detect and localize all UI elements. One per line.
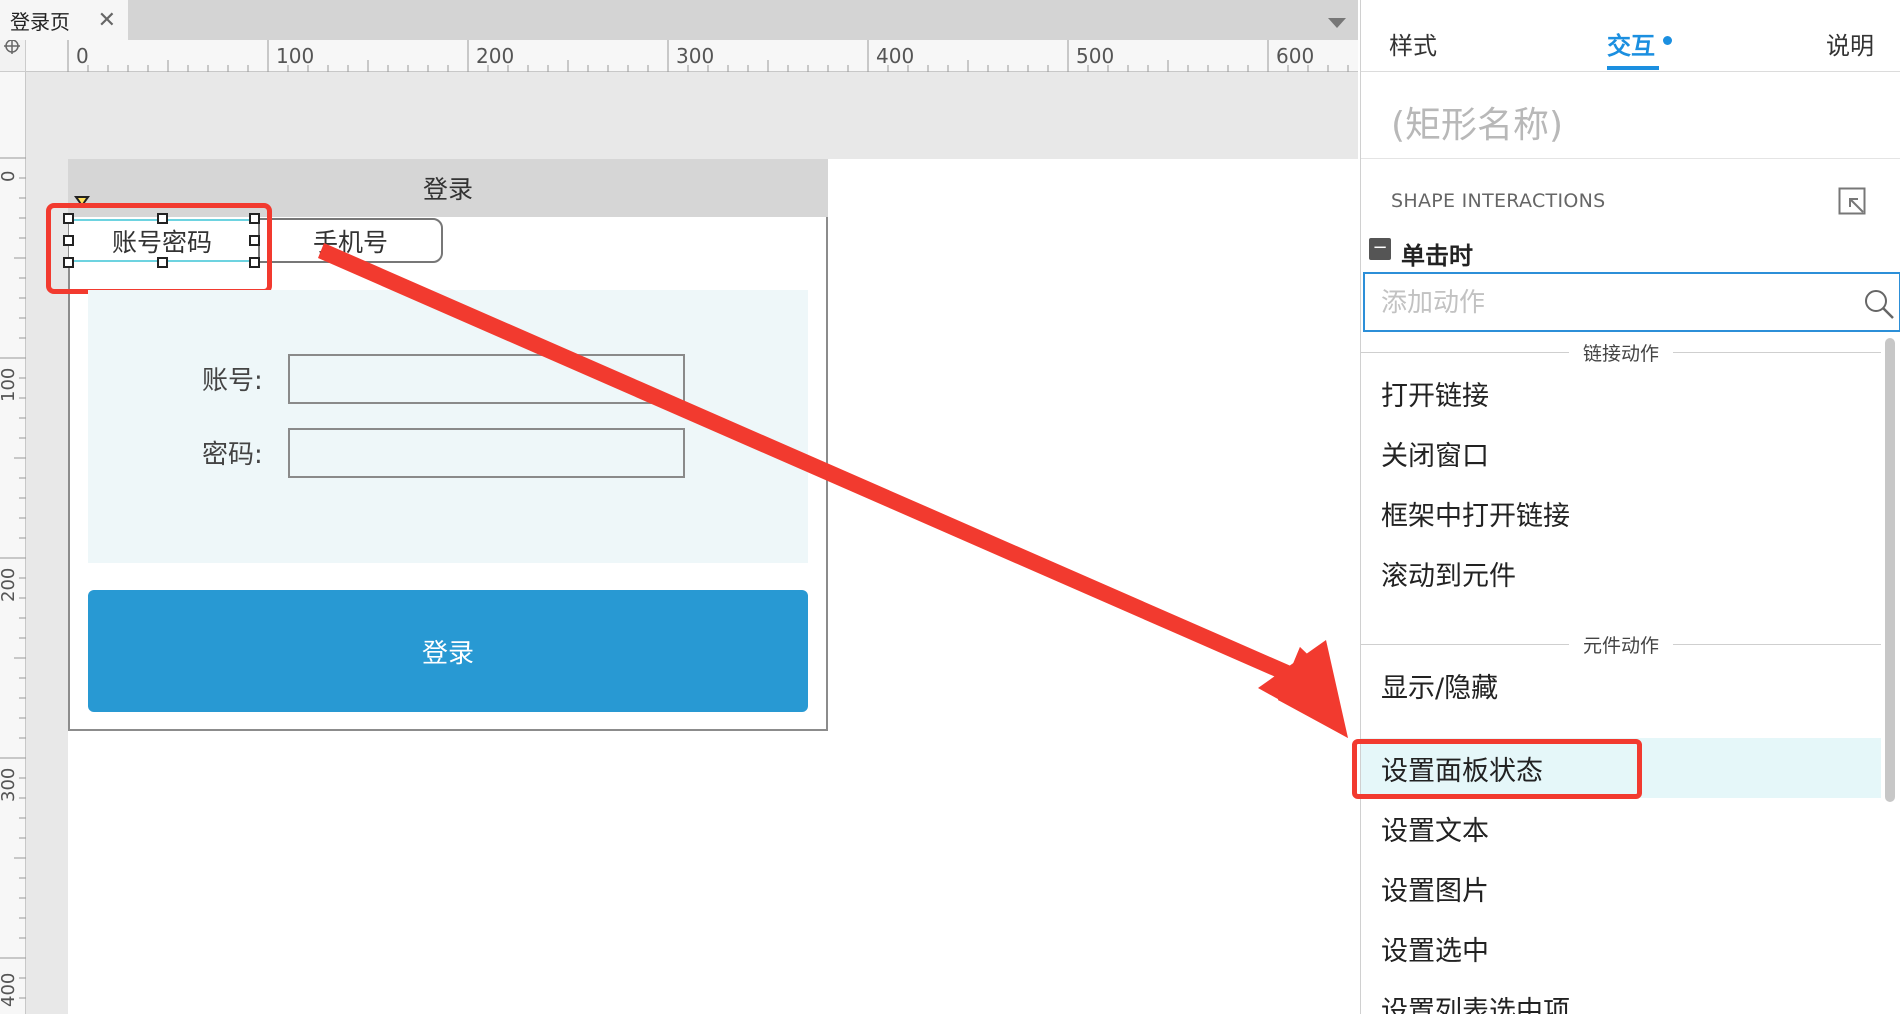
shape-name-field[interactable]: (矩形名称): [1391, 96, 1563, 148]
group-header-link-actions: 链接动作: [1361, 338, 1882, 366]
ruler-label: 400: [876, 44, 915, 68]
action-show-hide[interactable]: 显示/隐藏: [1361, 655, 1881, 715]
ruler-label: 300: [0, 767, 19, 802]
ruler-label: 100: [276, 44, 315, 68]
vertical-ruler-ticks: [0, 157, 26, 999]
phone-login-tab-label: 手机号: [312, 227, 388, 257]
tab-style[interactable]: 样式: [1389, 26, 1437, 61]
action-list-scrollbar[interactable]: [1885, 338, 1895, 802]
expand-popout-icon[interactable]: [1838, 187, 1866, 215]
login-header-title: 登录: [422, 175, 473, 204]
action-open-link[interactable]: 打开链接: [1361, 363, 1881, 423]
horizontal-ruler[interactable]: 0 100 200 300 400 500 600: [26, 40, 1358, 72]
tab-interaction[interactable]: 交互: [1607, 26, 1655, 61]
search-icon[interactable]: [1863, 288, 1895, 320]
divider: [1361, 158, 1900, 159]
interaction-indicator-dot: [1663, 36, 1672, 45]
crosshair-icon: [4, 38, 20, 54]
annotation-highlight-box: [46, 203, 272, 294]
action-set-selected[interactable]: 设置选中: [1361, 918, 1881, 978]
collapse-event-toggle[interactable]: −: [1369, 238, 1391, 260]
ruler-label: 0: [0, 170, 19, 182]
ruler-label: 200: [476, 44, 515, 68]
vertical-ruler[interactable]: 0 100 200 300 400: [0, 72, 26, 1014]
password-input[interactable]: [288, 428, 685, 478]
chevron-down-icon[interactable]: [1328, 18, 1346, 28]
ruler-label: 300: [676, 44, 715, 68]
annotation-highlight-box: [1352, 739, 1642, 799]
ruler-label: 0: [76, 44, 89, 68]
action-search-input[interactable]: [1381, 284, 1821, 322]
document-tab[interactable]: 登录页 ✕: [0, 0, 128, 40]
account-label: 账号:: [202, 366, 263, 396]
ruler-corner: [0, 38, 26, 72]
action-set-image[interactable]: 设置图片: [1361, 858, 1881, 918]
action-close-window[interactable]: 关闭窗口: [1361, 423, 1881, 483]
inspector-panel: 样式 交互 说明 (矩形名称) SHAPE INTERACTIONS − 单击时…: [1360, 0, 1900, 1014]
login-button-label: 登录: [421, 638, 474, 669]
ruler-label: 400: [0, 972, 19, 1007]
canvas-margin-top: [26, 72, 1358, 159]
account-form-panel: 账号: 密码:: [88, 290, 808, 563]
document-tab-bar: 登录页 ✕: [0, 0, 1358, 40]
login-button[interactable]: 登录: [88, 590, 808, 712]
ruler-label: 200: [0, 567, 19, 602]
action-open-link-in-frame[interactable]: 框架中打开链接: [1361, 483, 1881, 543]
action-set-list-selected-option[interactable]: 设置列表选中项: [1361, 978, 1881, 1014]
action-list: 链接动作 打开链接 关闭窗口 框架中打开链接 滚动到元件 元件动作 显示/隐藏 …: [1361, 334, 1900, 1014]
action-set-text[interactable]: 设置文本: [1361, 798, 1881, 858]
ruler-label: 600: [1276, 44, 1315, 68]
account-input[interactable]: [288, 354, 685, 404]
password-label: 密码:: [202, 440, 263, 470]
close-tab-icon[interactable]: ✕: [98, 8, 116, 33]
phone-login-tab[interactable]: 手机号: [258, 218, 443, 263]
document-tab-title: 登录页: [10, 9, 70, 34]
action-scroll-to-widget[interactable]: 滚动到元件: [1361, 543, 1881, 603]
tab-notes[interactable]: 说明: [1826, 26, 1874, 61]
section-title: SHAPE INTERACTIONS: [1391, 190, 1606, 212]
group-header-widget-actions: 元件动作: [1361, 630, 1882, 658]
event-label: 单击时: [1401, 242, 1473, 270]
active-tab-underline: [1607, 66, 1659, 70]
action-search-box[interactable]: [1363, 272, 1900, 332]
ruler-label: 100: [0, 367, 19, 402]
ruler-label: 500: [1076, 44, 1115, 68]
inspector-tabs: 样式 交互 说明: [1361, 0, 1900, 72]
